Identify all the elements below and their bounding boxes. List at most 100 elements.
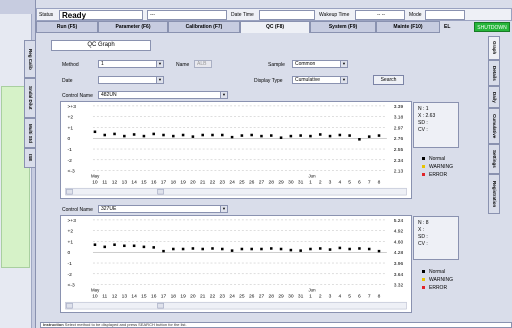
mode-value (425, 10, 465, 20)
control-name-label-2: Control Name (62, 207, 93, 213)
tab-details[interactable]: Details (488, 60, 500, 86)
data-point (279, 136, 283, 139)
tab-multi-std[interactable]: Multi Std (24, 118, 36, 148)
x-tick-label: 31 (298, 293, 304, 299)
legend-1: Normal WARNING ERROR (422, 155, 453, 179)
x-tick-label: 14 (131, 293, 137, 299)
tab-reg-calib[interactable]: Reg Calib (24, 40, 36, 78)
method-label: Method (62, 62, 79, 68)
display-type-label: Display Type (254, 78, 283, 84)
x-tick-label: 27 (259, 179, 265, 185)
display-type-select[interactable]: Cumulative ▼ (292, 76, 348, 84)
y-tick-label: -2 (68, 158, 73, 164)
data-point (338, 246, 342, 250)
stats-panel-2: N : 8 X : SD : CV : (413, 216, 459, 260)
legend-warning: WARNING (422, 163, 453, 171)
date-select[interactable]: ▼ (98, 76, 164, 84)
data-point (240, 247, 244, 251)
tab-calibration[interactable]: Calibration (F7) (168, 21, 240, 33)
data-point (309, 134, 312, 138)
x-tick-label: 7 (368, 179, 371, 185)
x-tick-label: 26 (249, 179, 255, 185)
y-tick-label: +2 (68, 229, 74, 235)
y-value-label: 3.39 (394, 104, 404, 110)
tab-settings[interactable]: Settings (488, 144, 500, 174)
main-tabs: Run (F5) Parameter (F6) Calibration (F7)… (36, 21, 512, 34)
name-label: Name (176, 62, 190, 68)
data-point (191, 247, 195, 250)
x-tick-label: 21 (200, 293, 206, 299)
datetime-label: Date Time (231, 12, 254, 18)
data-point (230, 249, 234, 252)
status-label: Status (39, 12, 54, 18)
sample-select[interactable]: Common ▼ (292, 60, 348, 68)
tab-system[interactable]: System (F9) (310, 21, 376, 33)
search-button[interactable]: Search (373, 75, 404, 85)
method-select[interactable]: 1 ▼ (98, 60, 164, 68)
data-point (328, 134, 332, 138)
data-point (142, 245, 146, 249)
data-point (191, 135, 195, 138)
control-name-select-1[interactable]: 482UN ▼ (98, 91, 228, 99)
tab-parameter[interactable]: Parameter (F6) (98, 21, 168, 33)
tab-registration[interactable]: Registration (488, 174, 500, 214)
data-point (162, 133, 165, 137)
y-value-label: 2.34 (394, 158, 404, 164)
y-value-label: 2.13 (394, 169, 404, 175)
instruction-text: Select method to be displayed and press … (64, 322, 187, 327)
tab-ise[interactable]: ISE (24, 148, 36, 168)
qc-chart-2: >+3 5.24 +2 4.92 +1 4.60 0 4.28 -1 3.96 -2 3.64 <-3 3… (60, 215, 412, 313)
data-point (250, 247, 253, 251)
display-type-value: Cumulative (295, 77, 321, 83)
data-point (132, 244, 136, 248)
x-tick-label: 26 (249, 293, 255, 299)
data-point (211, 133, 214, 137)
x-tick-label: 21 (200, 179, 206, 185)
instruction-label: Instruction (43, 322, 64, 327)
instruction-bar: Instruction Select method to be displaye… (40, 322, 512, 328)
qc-chart-1: >+3 3.39 +2 3.18 +1 2.97 0 2.76 -1 2.55 -2 2.34 <-3 2… (60, 101, 412, 199)
y-value-label: 4.92 (394, 229, 404, 235)
y-value-label: 3.64 (394, 272, 404, 278)
data-point (260, 247, 263, 251)
x-tick-label: 17 (161, 293, 167, 299)
data-point (221, 247, 224, 251)
y-tick-label: <-3 (68, 169, 75, 175)
stat-x: X : 2.63 (418, 113, 436, 119)
shutdown-button[interactable]: SHUTDOWN (474, 22, 510, 32)
x-tick-label: 1 (309, 179, 312, 185)
tab-run[interactable]: Run (F5) (36, 21, 98, 33)
legend-2: Normal WARNING ERROR (422, 268, 453, 292)
data-point (172, 134, 175, 138)
data-point (289, 248, 293, 252)
left-vertical-tabs: Reg Calib Sndal Dilut Multi Std ISE (24, 40, 36, 200)
stat-cv: CV : (418, 241, 428, 247)
x-tick-label: 16 (151, 293, 157, 299)
month-label: Jun (308, 287, 316, 292)
horizontal-scrollbar (65, 301, 407, 310)
tab-graph[interactable]: Graph (488, 36, 500, 60)
status-header: Status Ready --- Date Time Wakeup Time -… (36, 8, 512, 21)
x-tick-label: 18 (171, 293, 177, 299)
tab-cumulative[interactable]: Cumulative (488, 108, 500, 144)
control-name-select-2[interactable]: 327UE ▼ (98, 205, 228, 213)
tab-sndal-dilut[interactable]: Sndal Dilut (24, 78, 36, 118)
chevron-down-icon: ▼ (220, 206, 227, 212)
tab-mainte[interactable]: Mainte (F10) (376, 21, 440, 33)
x-tick-label: 10 (92, 293, 98, 299)
y-tick-label: 0 (68, 250, 71, 256)
x-tick-label: 12 (112, 179, 118, 185)
data-point (250, 133, 253, 137)
x-tick-label: 3 (329, 179, 332, 185)
y-value-label: 4.60 (394, 239, 404, 245)
x-tick-label: 22 (210, 179, 216, 185)
month-label: May (91, 287, 100, 292)
month-label: Jun (308, 173, 316, 178)
wakeup-label: Wakeup Time (319, 12, 350, 18)
x-tick-label: 28 (269, 293, 275, 299)
square-icon (422, 173, 425, 177)
data-point (230, 135, 234, 139)
tab-daily[interactable]: Daily (488, 86, 500, 108)
x-tick-label: 20 (190, 179, 196, 185)
status-field: --- (147, 10, 227, 20)
